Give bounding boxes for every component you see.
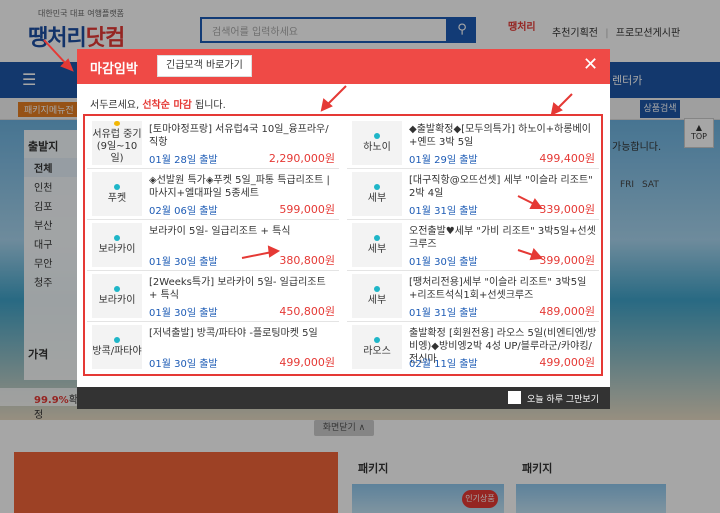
deadline-modal: 마감임박 긴급모객 바로가기 ✕ 서두르세요, 선착순 마감 됩니다. 서유럽 …	[77, 49, 610, 409]
close-icon[interactable]: ✕	[583, 55, 598, 75]
deal-date: 02월 11일 출발	[409, 359, 478, 370]
city-name: 세부	[367, 192, 387, 204]
deal-price: 499,000원	[279, 356, 335, 369]
status-dot-icon	[374, 285, 380, 292]
deal-column-left: 서유럽 중기(9일~10일) [토마야정프랑] 서유럽4국 10일_융프라우/직…	[87, 118, 339, 373]
city-name: 세부	[367, 294, 387, 306]
deal-title[interactable]: [2Weeks특가] 보라카이 5일- 일급리조트 + 특식	[149, 276, 337, 302]
deal-date: 01월 28일 출발	[149, 155, 218, 166]
deal-row[interactable]: 라오스 출발확정 [회원전용] 라오스 5일(비엔티엔/방비엥)◆방비엥2박 4…	[347, 322, 599, 373]
deal-price: 399,000원	[539, 254, 595, 267]
deal-price: 489,000원	[539, 305, 595, 318]
city-name: 방콕/파타야	[92, 345, 142, 357]
city-name: 세부	[367, 243, 387, 255]
deal-price: 450,800원	[279, 305, 335, 318]
urgent-deals-button[interactable]: 긴급모객 바로가기	[157, 55, 252, 77]
city-badge: 서유럽 중기(9일~10일)	[92, 121, 142, 165]
city-name: 서유럽 중기(9일~10일)	[92, 129, 142, 164]
status-dot-icon	[374, 234, 380, 241]
deal-list: 서유럽 중기(9일~10일) [토마야정프랑] 서유럽4국 10일_융프라우/직…	[83, 114, 603, 376]
deal-price: 380,800원	[279, 254, 335, 267]
deal-row[interactable]: 하노이 ◆출발확정◆[모두의특가] 하노이+하롱베이+옌뜨 3박 5일 01월 …	[347, 118, 599, 169]
deal-row[interactable]: 보라카이 보라카이 5일- 일급리조트 + 특식 01월 30일 출발 380,…	[87, 220, 339, 271]
deal-row[interactable]: 보라카이 [2Weeks특가] 보라카이 5일- 일급리조트 + 특식 01월 …	[87, 271, 339, 322]
deal-date: 01월 31일 출발	[409, 206, 478, 217]
status-dot-icon	[114, 285, 120, 292]
status-dot-icon	[114, 121, 120, 126]
notice-prefix: 서두르세요,	[90, 100, 143, 111]
deal-date: 01월 30일 출발	[149, 359, 218, 370]
status-dot-icon	[114, 183, 120, 190]
deal-title[interactable]: 오전출발♥세부 "가비 리조트" 3박5일+선셋크루즈	[409, 225, 597, 251]
dismiss-today-label[interactable]: 오늘 하루 그만보기	[527, 392, 599, 405]
deal-row[interactable]: 세부 [땡처리전용]세부 "이슬라 리조트" 3박5일+리조트석식1회+선셋크루…	[347, 271, 599, 322]
deal-title[interactable]: [토마야정프랑] 서유럽4국 10일_융프라우/직항	[149, 123, 337, 149]
city-name: 푸켓	[107, 192, 127, 204]
city-badge: 세부	[352, 223, 402, 267]
city-name: 라오스	[363, 345, 391, 357]
city-name: 하노이	[363, 141, 391, 153]
deal-title[interactable]: ◈선발원 특가◈푸켓 5일_파통 특급리조트 | 마사지+엘대파일 5종세트	[149, 174, 337, 200]
city-name: 보라카이	[98, 243, 136, 255]
status-dot-icon	[114, 336, 120, 343]
deal-price: 499,000원	[539, 356, 595, 369]
status-dot-icon	[374, 336, 380, 343]
status-dot-icon	[374, 132, 380, 139]
city-badge: 세부	[352, 172, 402, 216]
deal-price: 599,000원	[279, 203, 335, 216]
notice-highlight: 선착순 마감	[142, 100, 192, 111]
deal-price: 2,290,000원	[268, 152, 335, 165]
deal-date: 01월 30일 출발	[149, 308, 218, 319]
deal-date: 01월 30일 출발	[409, 257, 478, 268]
deal-title[interactable]: [대구직항@오뜨선셋] 세부 "이슬라 리조트" 2박 4일	[409, 174, 597, 200]
deal-price: 499,400원	[539, 152, 595, 165]
deal-date: 01월 30일 출발	[149, 257, 218, 268]
city-badge: 보라카이	[92, 223, 142, 267]
deal-column-right: 하노이 ◆출발확정◆[모두의특가] 하노이+하롱베이+옌뜨 3박 5일 01월 …	[347, 118, 599, 373]
city-badge: 방콕/파타야	[92, 325, 142, 369]
deal-row[interactable]: 서유럽 중기(9일~10일) [토마야정프랑] 서유럽4국 10일_융프라우/직…	[87, 118, 339, 169]
modal-header: 마감임박 긴급모객 바로가기 ✕	[77, 49, 610, 84]
deal-row[interactable]: 세부 [대구직항@오뜨선셋] 세부 "이슬라 리조트" 2박 4일 01월 31…	[347, 169, 599, 220]
deal-title[interactable]: ◆출발확정◆[모두의특가] 하노이+하롱베이+옌뜨 3박 5일	[409, 123, 597, 149]
modal-notice: 서두르세요, 선착순 마감 됩니다.	[90, 96, 226, 111]
deal-title[interactable]: [저녁출발] 방콕/파타야 -플로팅마켓 5일	[149, 327, 337, 340]
deal-date: 01월 31일 출발	[409, 308, 478, 319]
status-dot-icon	[114, 234, 120, 241]
dismiss-today-checkbox[interactable]	[508, 391, 521, 404]
city-badge: 세부	[352, 274, 402, 318]
city-name: 보라카이	[98, 294, 136, 306]
deal-row[interactable]: 푸켓 ◈선발원 특가◈푸켓 5일_파통 특급리조트 | 마사지+엘대파일 5종세…	[87, 169, 339, 220]
modal-footer: 오늘 하루 그만보기	[77, 387, 610, 409]
notice-suffix: 됩니다.	[191, 100, 226, 111]
deal-row[interactable]: 세부 오전출발♥세부 "가비 리조트" 3박5일+선셋크루즈 01월 30일 출…	[347, 220, 599, 271]
deal-date: 01월 29일 출발	[409, 155, 478, 166]
city-badge: 보라카이	[92, 274, 142, 318]
deal-title[interactable]: [땡처리전용]세부 "이슬라 리조트" 3박5일+리조트석식1회+선셋크루즈	[409, 276, 597, 302]
status-dot-icon	[374, 183, 380, 190]
deal-price: 339,000원	[539, 203, 595, 216]
city-badge: 하노이	[352, 121, 402, 165]
city-badge: 라오스	[352, 325, 402, 369]
city-badge: 푸켓	[92, 172, 142, 216]
deal-row[interactable]: 방콕/파타야 [저녁출발] 방콕/파타야 -플로팅마켓 5일 01월 30일 출…	[87, 322, 339, 373]
modal-title: 마감임박	[90, 62, 138, 77]
deal-date: 02월 06일 출발	[149, 206, 218, 217]
deal-title[interactable]: 보라카이 5일- 일급리조트 + 특식	[149, 225, 337, 238]
